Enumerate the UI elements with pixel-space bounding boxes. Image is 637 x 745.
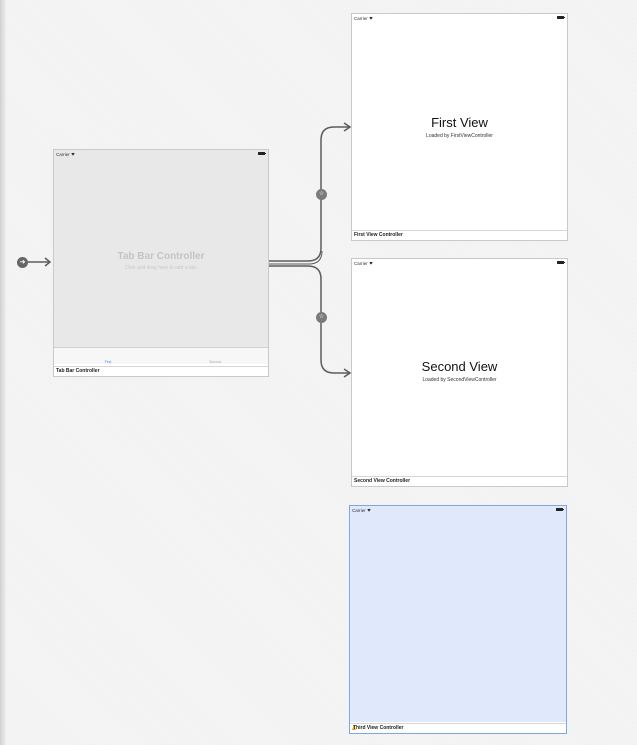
third-view-controller-scene[interactable]: Carrier Third View Controller	[349, 505, 567, 734]
entry-point-arrowhead	[44, 257, 52, 267]
status-bar: Carrier	[54, 150, 268, 159]
scene-label-tab-bar-controller[interactable]: Tab Bar Controller	[54, 366, 268, 376]
tab-bar-controller-hint: Click and drag here to add a tab.	[124, 265, 198, 271]
battery-icon	[556, 508, 564, 511]
first-view-controller-scene[interactable]: Carrier First View Loaded by FirstViewCo…	[351, 13, 568, 241]
battery-icon	[557, 261, 565, 264]
wifi-icon	[369, 261, 373, 265]
tab-bar-controller-title: Tab Bar Controller	[117, 251, 205, 262]
wifi-icon	[367, 508, 371, 512]
battery-icon	[557, 16, 565, 19]
first-view-subtitle: Loaded by FirstViewController	[426, 133, 493, 139]
tab-second[interactable]: Second	[195, 360, 235, 364]
entry-point-icon[interactable]: ➜	[17, 257, 28, 268]
canvas-edge	[0, 0, 6, 745]
second-view-subtitle: Loaded by SecondViewController	[422, 377, 497, 383]
status-bar: Carrier	[350, 506, 566, 515]
segue-line-first	[269, 126, 350, 262]
first-view-title: First View	[431, 115, 488, 130]
segue-arrowhead-first	[343, 122, 352, 132]
carrier-label: Carrier	[56, 152, 70, 157]
second-view-controller-scene[interactable]: Carrier Second View Loaded by SecondView…	[351, 258, 568, 487]
segue-badge-first-icon[interactable]: ☆	[316, 189, 327, 200]
third-view[interactable]: Carrier	[350, 506, 566, 722]
carrier-label: Carrier	[354, 261, 368, 266]
segue-badge-second-icon[interactable]: ☆	[316, 312, 327, 323]
tab-first[interactable]: First	[88, 360, 128, 364]
scene-label-first-view-controller[interactable]: First View Controller	[352, 230, 567, 240]
third-view-controller-label: Third View Controller	[353, 725, 404, 731]
segue-arrowhead-second	[343, 368, 352, 378]
battery-icon	[258, 152, 266, 155]
segue-line-second	[269, 265, 350, 374]
tab-bar-controller-scene[interactable]: Carrier Tab Bar Controller Click and dra…	[53, 149, 269, 377]
wifi-icon	[71, 152, 75, 156]
scene-label-third-view-controller[interactable]: Third View Controller	[350, 723, 566, 733]
status-bar: Carrier	[352, 14, 567, 23]
second-view-title: Second View	[421, 359, 498, 374]
tab-bar[interactable]: First Second	[54, 347, 268, 364]
carrier-label: Carrier	[354, 16, 368, 21]
carrier-label: Carrier	[352, 508, 366, 513]
scene-label-second-view-controller[interactable]: Second View Controller	[352, 476, 567, 486]
tab-bar-controller-view[interactable]: Carrier Tab Bar Controller Click and dra…	[54, 150, 268, 364]
wifi-icon	[369, 16, 373, 20]
second-view[interactable]: Carrier Second View Loaded by SecondView…	[352, 259, 567, 476]
first-view[interactable]: Carrier First View Loaded by FirstViewCo…	[352, 14, 567, 230]
status-bar: Carrier	[352, 259, 567, 268]
segue-line-first-shadow	[269, 250, 323, 265]
